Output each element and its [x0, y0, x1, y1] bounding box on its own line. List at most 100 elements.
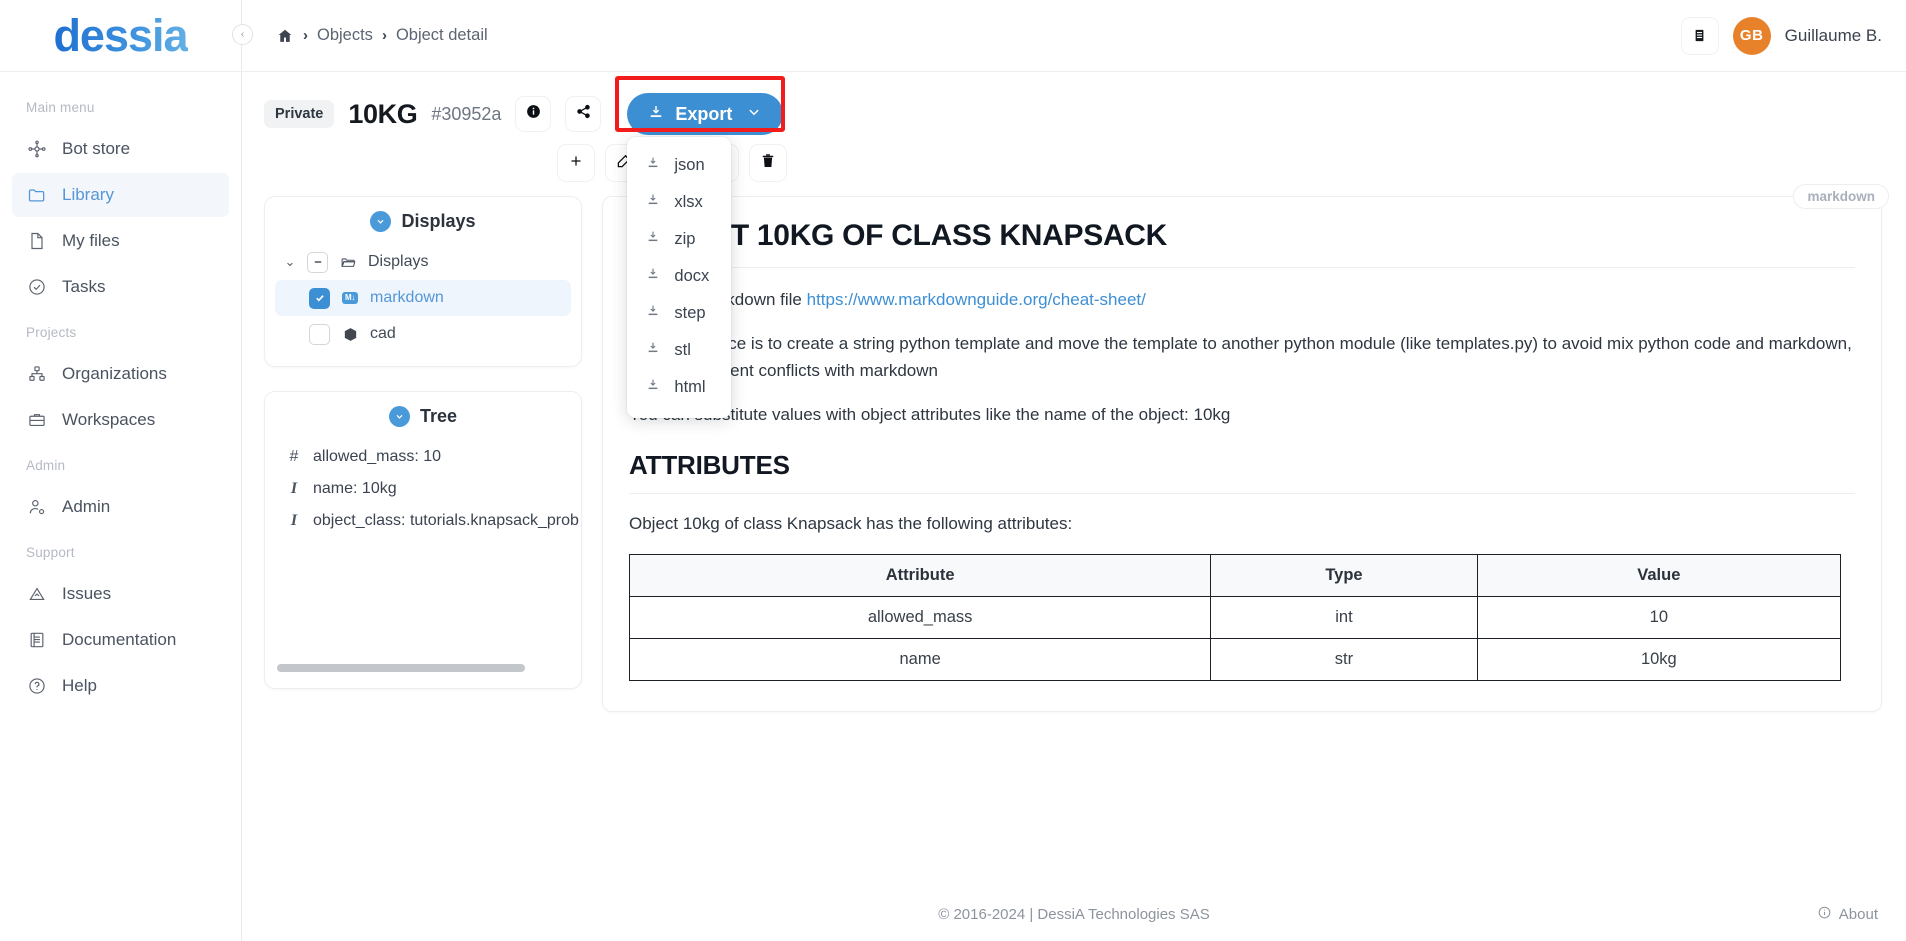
markdown-heading-1: OBJECT 10KG OF CLASS KNAPSACK	[629, 219, 1855, 268]
delete-button[interactable]	[749, 144, 787, 182]
export-button-label: Export	[675, 103, 733, 124]
home-icon[interactable]	[276, 27, 294, 45]
sidebar-item-documentation[interactable]: Documentation	[12, 618, 229, 662]
list-item[interactable]: I object_class: tutorials.knapsack_prob	[287, 505, 581, 537]
list-item[interactable]: # allowed_mass: 10	[287, 441, 581, 473]
table-cell-attribute: name	[628, 637, 1212, 681]
sidebar-item-label: Documentation	[62, 630, 177, 649]
export-option-step[interactable]: step	[627, 295, 731, 332]
info-button[interactable]	[515, 96, 552, 132]
sidebar-item-organizations[interactable]: Organizations	[12, 352, 229, 396]
tree-node-label: Displays	[368, 253, 429, 270]
export-option-label: xlsx	[674, 193, 703, 211]
export-option-stl[interactable]: stl	[627, 332, 731, 369]
sidebar-item-label: Tasks	[62, 277, 106, 296]
check-circle-icon	[26, 277, 47, 298]
checkbox-markdown[interactable]	[309, 287, 330, 309]
list-item[interactable]: I name: 10kg	[287, 473, 581, 505]
markdown-paragraph-2: A good practice is to create a string py…	[629, 333, 1852, 381]
export-option-xlsx[interactable]: xlsx	[627, 184, 731, 221]
sidebar-section-support: Support	[26, 545, 75, 560]
info-circle-icon	[1817, 905, 1832, 924]
table-cell-attribute: allowed_mass	[628, 595, 1212, 639]
table-cell-type: str	[1210, 637, 1478, 681]
sidebar-item-help[interactable]: Help	[12, 664, 229, 708]
export-option-json[interactable]: json	[627, 147, 731, 184]
displays-panel-title: Displays	[401, 211, 476, 231]
markdown-guide-link[interactable]: https://www.markdownguide.org/cheat-shee…	[807, 290, 1146, 309]
download-icon	[647, 103, 665, 126]
download-icon	[645, 192, 661, 213]
markdown-badge: markdown	[1793, 184, 1889, 209]
share-button[interactable]	[565, 96, 602, 132]
export-option-docx[interactable]: docx	[627, 258, 731, 295]
table-cell-value: 10kg	[1476, 637, 1842, 681]
brand-logo[interactable]: dessia	[0, 0, 241, 72]
tree-panel-title: Tree	[419, 406, 458, 426]
sidebar-collapse-button[interactable]: ‹	[232, 24, 253, 45]
checkbox-displays-root[interactable]	[307, 251, 328, 273]
markdown-heading-2: ATTRIBUTES	[629, 450, 1855, 495]
question-circle-icon	[26, 676, 47, 697]
sidebar-item-label: Help	[62, 676, 97, 695]
object-id: #30952a	[431, 103, 502, 124]
markdown-paragraph-3: You can substitute values with object at…	[629, 404, 1231, 424]
briefcase-icon	[26, 410, 47, 431]
table-header-value: Value	[1476, 553, 1842, 597]
sidebar-item-library[interactable]: Library	[12, 173, 229, 217]
notes-icon[interactable]	[1680, 16, 1719, 55]
sidebar-item-bot-store[interactable]: Bot store	[12, 127, 229, 171]
about-button[interactable]: About	[1817, 905, 1878, 924]
export-option-label: zip	[674, 230, 696, 248]
sidebar-item-admin[interactable]: Admin	[12, 485, 229, 529]
info-icon	[525, 103, 542, 125]
export-option-zip[interactable]: zip	[627, 221, 731, 258]
tree-attribute-text: name: 10kg	[313, 480, 397, 497]
sidebar-item-my-files[interactable]: My files	[12, 219, 229, 263]
chevron-down-icon[interactable]: ⌄	[283, 254, 297, 270]
user-name: Guillaume B.	[1784, 25, 1882, 45]
download-icon	[645, 155, 661, 176]
sidebar-section-admin: Admin	[26, 458, 66, 473]
table-cell-value: 10	[1476, 595, 1842, 639]
tree-row[interactable]: ⌄ Displays	[275, 244, 571, 280]
add-button[interactable]	[557, 144, 595, 182]
table-row: allowed_mass int 10	[628, 595, 1842, 639]
brand-name: dessia	[53, 9, 188, 61]
tree-attribute-text: object_class: tutorials.knapsack_prob	[313, 512, 579, 529]
left-column: Displays ⌄ Displays M↓ markdown cad Tree…	[264, 196, 582, 887]
tree-row[interactable]: M↓ markdown	[275, 280, 571, 316]
app-root: dessia Main menu Bot store Library My fi…	[0, 0, 1906, 941]
right-column: markdown OBJECT 10KG OF CLASS KNAPSACK T…	[602, 184, 1889, 887]
sidebar-item-issues[interactable]: Issues	[12, 572, 229, 616]
sidebar-item-workspaces[interactable]: Workspaces	[12, 398, 229, 442]
table-header-attribute: Attribute	[628, 553, 1212, 597]
breadcrumb-separator: ›	[381, 27, 387, 44]
trash-icon	[759, 152, 777, 175]
breadcrumb-objects[interactable]: Objects	[317, 26, 373, 45]
horizontal-scrollbar[interactable]	[277, 664, 525, 672]
displays-panel: Displays ⌄ Displays M↓ markdown cad	[264, 196, 582, 367]
export-button[interactable]: Export	[627, 93, 784, 135]
table-row: name str 10kg	[628, 637, 1842, 681]
markdown-card: markdown OBJECT 10KG OF CLASS KNAPSACK T…	[602, 184, 1889, 712]
sidebar-item-tasks[interactable]: Tasks	[12, 265, 229, 309]
sidebar-item-label: Admin	[62, 497, 111, 516]
sidebar-item-label: Workspaces	[62, 410, 156, 429]
tree-row[interactable]: cad	[275, 316, 571, 352]
displays-panel-header[interactable]: Displays	[265, 197, 581, 244]
warning-triangle-icon	[26, 584, 47, 605]
chevron-down-circle-icon	[370, 211, 392, 232]
tree-panel-header[interactable]: Tree	[265, 392, 581, 439]
share-icon	[575, 103, 592, 125]
book-icon	[26, 630, 47, 651]
content-row: Displays ⌄ Displays M↓ markdown cad Tree…	[242, 182, 1906, 887]
checkbox-cad[interactable]	[309, 323, 330, 345]
export-option-label: json	[674, 156, 705, 174]
export-option-html[interactable]: html	[627, 369, 731, 406]
export-option-label: step	[674, 304, 706, 322]
topbar-right: GB Guillaume B.	[1680, 16, 1882, 55]
breadcrumb-object-detail[interactable]: Object detail	[396, 26, 488, 45]
tree-panel: Tree # allowed_mass: 10 I name: 10kg I o…	[264, 391, 582, 689]
avatar[interactable]: GB	[1732, 16, 1771, 55]
